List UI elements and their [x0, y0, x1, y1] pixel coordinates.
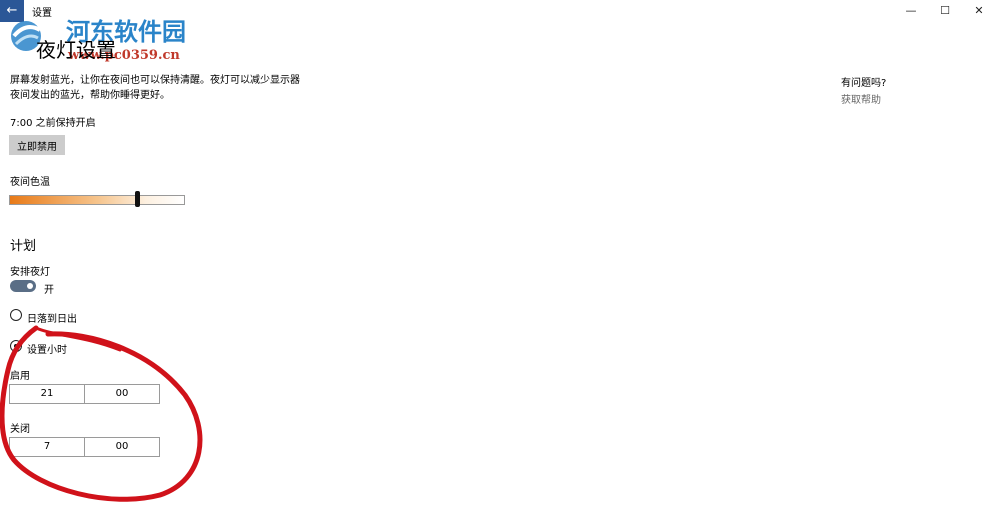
turn-off-label: 关闭 — [10, 424, 30, 435]
radio-sunset-to-sunrise[interactable] — [10, 309, 22, 321]
help-question: 有问题吗? — [841, 78, 887, 89]
turn-on-time-picker[interactable]: 21 00 — [9, 384, 160, 404]
close-button[interactable]: ✕ — [962, 0, 996, 22]
radio-set-hours-label[interactable]: 设置小时 — [27, 341, 67, 356]
schedule-night-light-toggle[interactable] — [10, 280, 36, 292]
maximize-icon: ☐ — [940, 4, 950, 17]
turn-off-hour[interactable]: 7 — [10, 438, 85, 456]
color-temperature-slider-thumb[interactable] — [134, 191, 140, 207]
minimize-icon: — — [905, 4, 917, 17]
minimize-button[interactable]: — — [894, 0, 928, 22]
keep-on-status: 7:00 之前保持开启 — [10, 118, 96, 129]
page-description: 屏幕发射蓝光，让你在夜间也可以保持清醒。夜灯可以减少显示器夜间发出的蓝光，帮助你… — [10, 75, 300, 101]
radio-sunset-to-sunrise-label[interactable]: 日落到日出 — [27, 310, 77, 325]
turn-off-minute[interactable]: 00 — [85, 438, 159, 456]
toggle-state-label: 开 — [44, 285, 54, 296]
schedule-night-light-label: 安排夜灯 — [10, 267, 50, 278]
turn-off-time-picker[interactable]: 7 00 — [9, 437, 160, 457]
disable-now-button[interactable]: 立即禁用 — [9, 135, 65, 155]
page-title: 夜灯设置 — [36, 38, 116, 62]
color-temperature-slider[interactable] — [9, 195, 185, 205]
get-help-link[interactable]: 获取帮助 — [841, 91, 881, 106]
close-icon: ✕ — [974, 4, 984, 17]
radio-set-hours[interactable] — [10, 340, 22, 352]
turn-on-hour[interactable]: 21 — [10, 385, 85, 403]
radio-selected-dot — [14, 344, 18, 348]
turn-on-label: 启用 — [10, 371, 30, 382]
toggle-knob — [27, 283, 33, 289]
red-annotation-circle — [0, 325, 203, 502]
maximize-button[interactable]: ☐ — [928, 0, 962, 22]
color-temperature-label: 夜间色温 — [10, 177, 50, 188]
turn-on-minute[interactable]: 00 — [85, 385, 159, 403]
schedule-section-title: 计划 — [10, 239, 37, 254]
